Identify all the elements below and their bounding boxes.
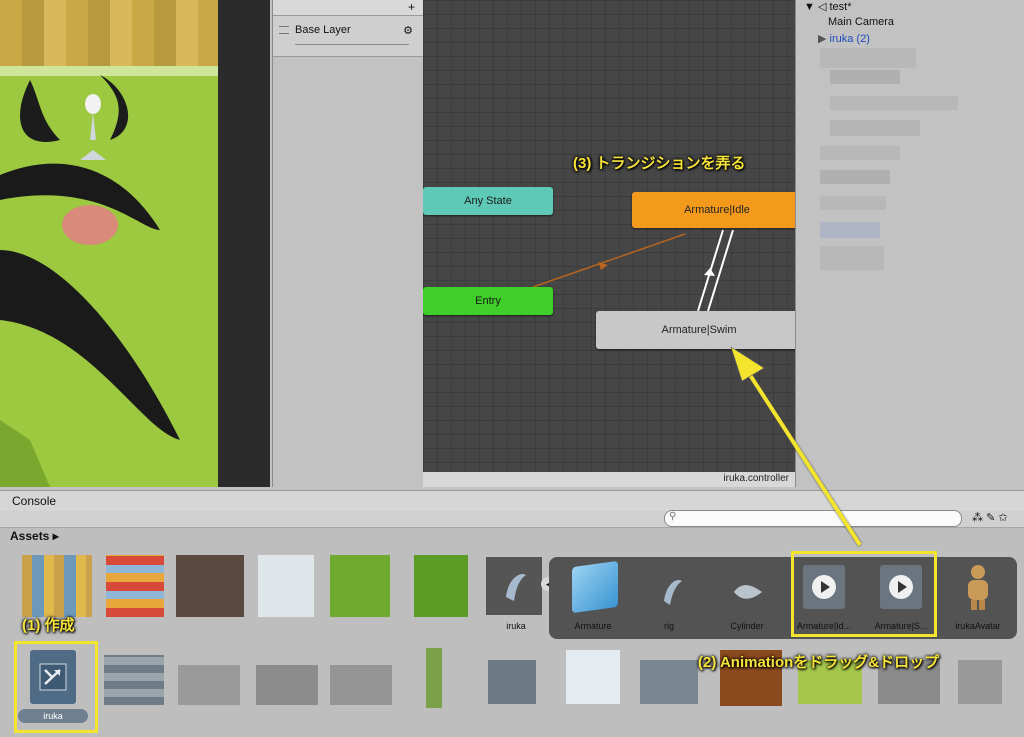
annotation-arrow	[730, 346, 862, 547]
annotation-step1: (1) 作成	[22, 617, 75, 634]
annotation-step3: (3) トランジションを弄る	[573, 155, 746, 172]
annotation-step2: (2) Animationをドラッグ&ドロップ	[698, 654, 940, 671]
